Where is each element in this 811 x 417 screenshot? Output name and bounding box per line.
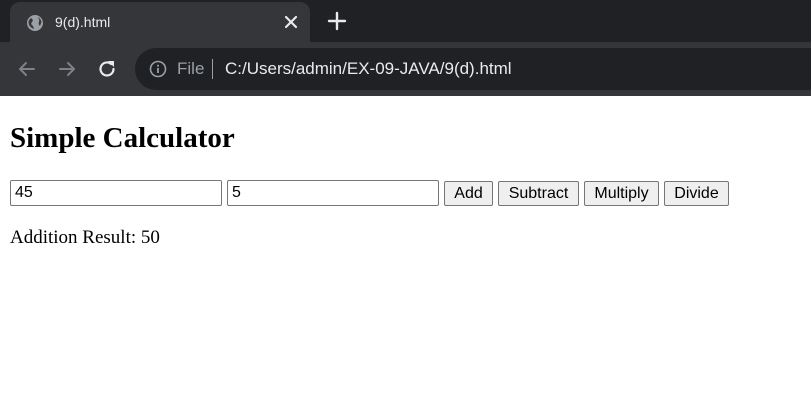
add-button[interactable]: Add: [444, 181, 493, 206]
first-number-input[interactable]: [10, 180, 222, 206]
result-text: Addition Result: 50: [10, 227, 160, 248]
browser-toolbar: File C:/Users/admin/EX-09-JAVA/9(d).html: [0, 42, 811, 96]
tab-title: 9(d).html: [55, 14, 111, 30]
divide-button[interactable]: Divide: [664, 181, 729, 206]
url-text[interactable]: C:/Users/admin/EX-09-JAVA/9(d).html: [225, 59, 512, 79]
forward-arrow-icon[interactable]: [56, 58, 78, 80]
reload-icon[interactable]: [96, 58, 118, 80]
page-content: Simple Calculator Add Subtract Multiply …: [0, 96, 811, 417]
back-arrow-icon[interactable]: [16, 58, 38, 80]
address-bar[interactable]: File C:/Users/admin/EX-09-JAVA/9(d).html: [135, 48, 811, 90]
subtract-button[interactable]: Subtract: [498, 181, 579, 206]
omnibox-divider: [212, 59, 213, 79]
page-title: Simple Calculator: [10, 122, 235, 154]
browser-tab[interactable]: 9(d).html: [10, 2, 310, 42]
close-icon[interactable]: [282, 13, 300, 31]
tab-strip: 9(d).html: [0, 0, 811, 42]
second-number-input[interactable]: [227, 180, 439, 206]
multiply-button[interactable]: Multiply: [584, 181, 659, 206]
info-icon[interactable]: [149, 60, 167, 78]
new-tab-plus-icon[interactable]: [326, 10, 348, 32]
scheme-label: File: [177, 59, 205, 78]
globe-icon: [27, 15, 43, 31]
